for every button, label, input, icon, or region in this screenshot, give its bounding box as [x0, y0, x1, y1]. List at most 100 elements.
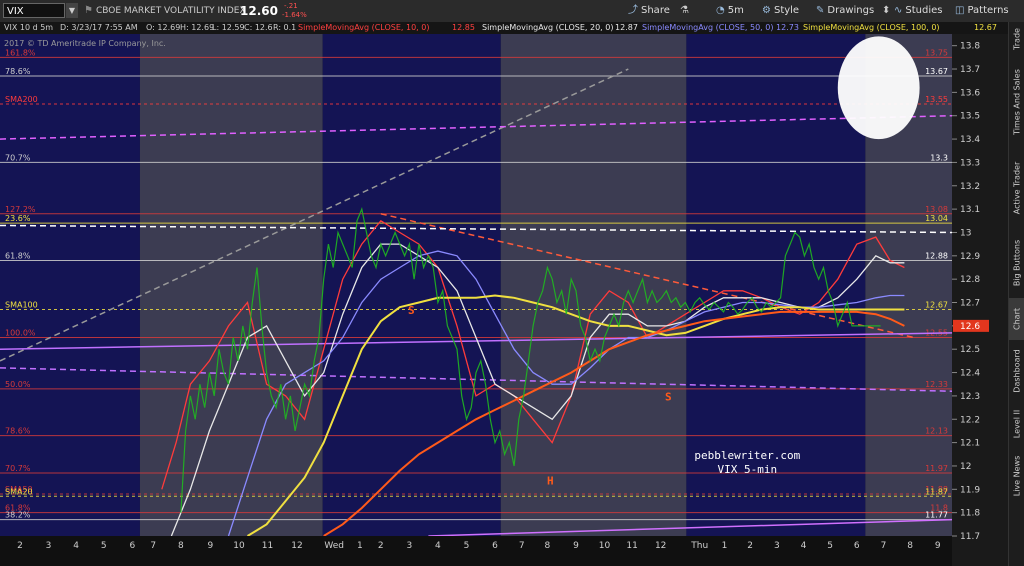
price-chart[interactable]: 161.8% 13.7578.6% 13.67SMA200 13.5570.7% 13.… — [0, 34, 1008, 566]
level-value: 13.67 — [925, 67, 948, 76]
level-value: 13.3 — [930, 153, 948, 162]
status-period: VIX 10 d 5m — [4, 23, 54, 32]
x-tick-label: 9 — [573, 541, 579, 551]
toolbar: VIX ▼ ⚑ CBOE MARKET VOLATILITY INDEX 12.… — [0, 0, 1024, 23]
style-button[interactable]: ⚙ Style — [762, 0, 799, 22]
expand-icon[interactable]: ⬍ — [882, 0, 890, 22]
level-value: 12.88 — [925, 251, 948, 260]
symbol-dropdown-icon[interactable]: ▼ — [66, 3, 78, 18]
x-tick-label: Thu — [690, 541, 708, 551]
x-tick-label: 11 — [262, 541, 273, 551]
drawings-button[interactable]: ✎ Drawings — [816, 0, 874, 22]
legend-sma50: SimpleMovingAvg (CLOSE, 50, 0) — [642, 23, 774, 32]
studies-icon: ∿ — [894, 5, 903, 16]
level-value: 12.67 — [925, 301, 948, 310]
level-label: 100.0% — [5, 329, 36, 338]
level-label: 161.8% — [5, 48, 36, 57]
x-tick-label: 8 — [178, 541, 184, 551]
level-value: 12.13 — [925, 427, 948, 436]
x-tick-label: 8 — [907, 541, 913, 551]
level-label: 127.2% — [5, 205, 36, 214]
level-label: 78.6% — [5, 427, 31, 436]
legend-sma10-value: 12.85 — [452, 23, 475, 32]
right-side-panel: Trade Times And Sales Active Trader Big But… — [1008, 22, 1024, 566]
legend-sma20-value: 12.87 — [615, 23, 638, 32]
share-button[interactable]: ⤴ Share — [628, 0, 670, 22]
x-tick-label: 7 — [881, 541, 887, 551]
y-tick-label: 12.7 — [960, 299, 980, 309]
y-tick-label: 13.6 — [960, 88, 980, 98]
level-label: 70.7% — [5, 464, 31, 473]
tab-trade[interactable]: Trade — [1009, 22, 1024, 56]
x-tick-label: 6 — [492, 541, 498, 551]
y-tick-label: 13.2 — [960, 182, 980, 192]
level-label: 23.6% — [5, 214, 31, 223]
legend-sma10: SimpleMovingAvg (CLOSE, 10, 0) — [298, 23, 430, 32]
x-tick-label: 5 — [827, 541, 833, 551]
style-icon: ⚙ — [762, 5, 771, 16]
x-tick-label: 9 — [935, 541, 941, 551]
flag-icon[interactable]: ⚑ — [84, 0, 93, 22]
level-label: 50.0% — [5, 380, 31, 389]
x-tick-label: 2 — [378, 541, 384, 551]
pencil-icon: ✎ — [816, 5, 825, 16]
tab-chart[interactable]: Chart — [1009, 298, 1024, 340]
x-tick-label: 5 — [464, 541, 470, 551]
patterns-button[interactable]: ◫ Patterns — [955, 0, 1009, 22]
x-tick-label: 6 — [129, 541, 135, 551]
interval-button[interactable]: ◔ 5m — [716, 0, 744, 22]
level-label: SMA100 — [5, 301, 38, 310]
price-change-pct: -1.64% — [282, 11, 307, 19]
level-label: 38.2% — [5, 511, 31, 520]
x-tick-label: 6 — [854, 541, 860, 551]
tab-label: Active Trader — [1012, 161, 1022, 215]
x-tick-label: 8 — [545, 541, 551, 551]
tab-level-ii[interactable]: Level II — [1009, 402, 1024, 446]
level-label: 70.7% — [5, 153, 31, 162]
legend-sma100: SimpleMovingAvg (CLOSE, 100, 0) — [803, 23, 940, 32]
tab-label: Big Buttons — [1012, 239, 1022, 287]
x-tick-label: 12 — [291, 541, 302, 551]
tab-big-buttons[interactable]: Big Buttons — [1009, 228, 1024, 298]
x-tick-label: 1 — [357, 541, 363, 551]
y-tick-label: 12.3 — [960, 392, 980, 402]
x-tick-label: 4 — [73, 541, 79, 551]
status-open: O: 12.69 — [146, 23, 181, 32]
tab-live-news[interactable]: Live News — [1009, 446, 1024, 506]
y-tick-label: 13.5 — [960, 112, 980, 122]
tab-label: Chart — [1012, 308, 1022, 330]
x-tick-label: 4 — [801, 541, 807, 551]
level-label: SMA20 — [5, 487, 33, 496]
y-tick-label: 11.7 — [960, 532, 980, 542]
y-tick-label: 12.9 — [960, 252, 980, 262]
tab-label: Dashboard — [1012, 349, 1022, 393]
tab-label: Times And Sales — [1012, 69, 1022, 135]
tab-label: Live News — [1012, 455, 1022, 497]
level-value: 11.87 — [925, 487, 948, 496]
studies-button[interactable]: ∿ Studies — [894, 0, 943, 22]
level-label: 78.6% — [5, 67, 31, 76]
level-value: 12.33 — [925, 380, 948, 389]
level-value: 13.75 — [925, 48, 948, 57]
x-tick-label: 1 — [722, 541, 728, 551]
status-range: R: 0.1 — [273, 23, 297, 32]
tab-times-and-sales[interactable]: Times And Sales — [1009, 56, 1024, 148]
status-bar: VIX 10 d 5m D: 3/23/17 7:55 AM O: 12.69 … — [0, 22, 1024, 34]
x-tick-label: 5 — [101, 541, 107, 551]
symbol-input[interactable]: VIX — [3, 3, 65, 18]
y-tick-label: 11.8 — [960, 509, 980, 519]
x-tick-label: 10 — [233, 541, 245, 551]
x-tick-label: 2 — [17, 541, 23, 551]
annotation-text: H — [547, 475, 554, 488]
y-tick-label: 11.9 — [960, 485, 980, 495]
x-tick-label: 7 — [519, 541, 525, 551]
copyright-text: 2017 © TD Ameritrade IP Company, Inc. — [4, 39, 166, 48]
flask-icon[interactable]: ⚗ — [680, 0, 689, 22]
y-tick-label: 12.5 — [960, 345, 980, 355]
x-tick-label: 12 — [655, 541, 666, 551]
symbol-description: CBOE MARKET VOLATILITY INDEX — [96, 6, 246, 16]
tab-dashboard[interactable]: Dashboard — [1009, 340, 1024, 402]
session-band — [500, 34, 687, 536]
share-icon: ⤴ — [628, 5, 638, 16]
tab-active-trader[interactable]: Active Trader — [1009, 148, 1024, 228]
